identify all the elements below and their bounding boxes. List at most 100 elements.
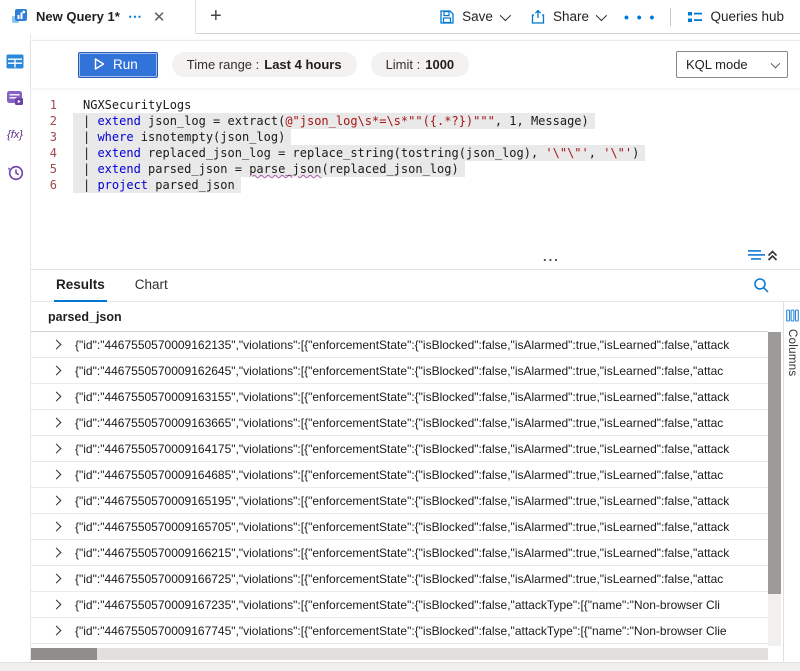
functions-icon[interactable]: {fx}: [6, 126, 24, 144]
search-results-button[interactable]: [753, 277, 770, 299]
vertical-scrollbar[interactable]: [768, 332, 781, 646]
results-rows: {"id":"4467550570009162135","violations"…: [31, 332, 768, 644]
line-number: 5: [31, 161, 73, 177]
parsed-json-cell: {"id":"4467550570009166215","violations"…: [75, 546, 768, 560]
results-tab-strip: Results Chart: [31, 270, 800, 302]
expand-row-chevron-icon[interactable]: [52, 444, 62, 454]
result-row[interactable]: {"id":"4467550570009164685","violations"…: [31, 462, 768, 488]
tab-chart[interactable]: Chart: [133, 277, 170, 302]
parsed-json-cell: {"id":"4467550570009166725","violations"…: [75, 572, 768, 586]
parsed-json-cell: {"id":"4467550570009163155","violations"…: [75, 390, 768, 404]
result-row[interactable]: {"id":"4467550570009164175","violations"…: [31, 436, 768, 462]
vertical-scrollbar-thumb[interactable]: [768, 332, 781, 594]
play-icon: [94, 58, 105, 70]
expand-row-chevron-icon[interactable]: [52, 418, 62, 428]
code-text[interactable]: | extend json_log = extract(@"json_log\s…: [73, 113, 595, 129]
tab-bar: New Query 1* ⋯ ✕ + Save Share • • •: [0, 0, 800, 34]
parsed-json-cell: {"id":"4467550570009167745","violations"…: [75, 624, 768, 638]
result-row[interactable]: {"id":"4467550570009165195","violations"…: [31, 488, 768, 514]
code-text[interactable]: | where isnotempty(json_log): [73, 129, 291, 145]
parsed-json-cell: {"id":"4467550570009165705","violations"…: [75, 520, 768, 534]
editor-lines: 1NGXSecurityLogs2| extend json_log = ext…: [31, 97, 800, 193]
tab-title: New Query 1*: [36, 9, 120, 24]
result-row[interactable]: {"id":"4467550570009163665","violations"…: [31, 410, 768, 436]
expand-row-chevron-icon[interactable]: [52, 366, 62, 376]
expand-row-chevron-icon[interactable]: [52, 600, 62, 610]
limit-picker[interactable]: Limit : 1000: [371, 52, 470, 77]
time-range-picker[interactable]: Time range : Last 4 hours: [172, 52, 357, 77]
code-line[interactable]: 5| extend parsed_json = parse_json(repla…: [31, 161, 800, 177]
tables-icon[interactable]: [6, 52, 24, 70]
expand-row-chevron-icon[interactable]: [52, 340, 62, 350]
expand-row-chevron-icon[interactable]: [52, 392, 62, 402]
query-history-icon[interactable]: [6, 163, 24, 181]
chevron-down-icon: [500, 9, 511, 20]
entity-sidebar: {fx}: [0, 34, 31, 671]
result-row[interactable]: {"id":"4467550570009166215","violations"…: [31, 540, 768, 566]
tab-results[interactable]: Results: [54, 277, 107, 302]
horizontal-scrollbar[interactable]: [31, 648, 768, 660]
code-text[interactable]: | extend replaced_json_log = replace_str…: [73, 145, 645, 161]
parsed-json-cell: {"id":"4467550570009162645","violations"…: [75, 364, 768, 378]
result-row[interactable]: {"id":"4467550570009167235","violations"…: [31, 592, 768, 618]
queries-hub-icon: [687, 10, 703, 24]
code-line[interactable]: 1NGXSecurityLogs: [31, 97, 800, 113]
result-row[interactable]: {"id":"4467550570009167745","violations"…: [31, 618, 768, 644]
column-header-parsed-json[interactable]: parsed_json: [31, 302, 768, 332]
editor-results-splitter[interactable]: ...: [31, 244, 800, 270]
code-line[interactable]: 3| where isnotempty(json_log): [31, 129, 800, 145]
parsed-json-cell: {"id":"4467550570009167235","violations"…: [75, 598, 768, 612]
query-toolbar: Run Time range : Last 4 hours Limit : 10…: [31, 40, 800, 88]
parsed-json-cell: {"id":"4467550570009164685","violations"…: [75, 468, 768, 482]
horizontal-scrollbar-thumb[interactable]: [31, 648, 97, 660]
columns-panel-tab[interactable]: Columns: [783, 302, 800, 662]
code-line[interactable]: 4| extend replaced_json_log = replace_st…: [31, 145, 800, 161]
saved-queries-icon[interactable]: [6, 89, 24, 107]
parsed-json-cell: {"id":"4467550570009163665","violations"…: [75, 416, 768, 430]
parsed-json-cell: {"id":"4467550570009165195","violations"…: [75, 494, 768, 508]
divider: [670, 8, 671, 26]
run-button[interactable]: Run: [78, 52, 158, 78]
parsed-json-cell: {"id":"4467550570009162135","violations"…: [75, 338, 768, 352]
expand-row-chevron-icon[interactable]: [52, 522, 62, 532]
query-editor[interactable]: 1NGXSecurityLogs2| extend json_log = ext…: [31, 88, 800, 244]
kql-mode-select[interactable]: KQL mode: [676, 51, 788, 78]
expand-row-chevron-icon[interactable]: [52, 548, 62, 558]
code-text[interactable]: NGXSecurityLogs: [73, 97, 197, 113]
adx-app-icon: [10, 8, 28, 26]
line-number: 2: [31, 113, 73, 129]
chevron-down-icon: [771, 58, 781, 68]
window-bottom-edge: [0, 662, 800, 671]
result-row[interactable]: {"id":"4467550570009162645","violations"…: [31, 358, 768, 384]
code-text[interactable]: | extend parsed_json = parse_json(replac…: [73, 161, 465, 177]
line-number: 6: [31, 177, 73, 193]
code-text[interactable]: | project parsed_json: [73, 177, 241, 193]
columns-icon: [786, 309, 799, 322]
query-tab[interactable]: New Query 1* ⋯ ✕: [0, 0, 196, 34]
tab-close-icon[interactable]: ✕: [151, 8, 168, 26]
expand-row-chevron-icon[interactable]: [52, 574, 62, 584]
result-row[interactable]: {"id":"4467550570009162135","violations"…: [31, 332, 768, 358]
search-icon: [753, 277, 770, 294]
code-line[interactable]: 6| project parsed_json: [31, 177, 800, 193]
line-number: 4: [31, 145, 73, 161]
collapse-editor-button[interactable]: [748, 247, 778, 268]
result-row[interactable]: {"id":"4467550570009163155","violations"…: [31, 384, 768, 410]
code-line[interactable]: 2| extend json_log = extract(@"json_log\…: [31, 113, 800, 129]
line-number: 3: [31, 129, 73, 145]
expand-row-chevron-icon[interactable]: [52, 496, 62, 506]
new-tab-button[interactable]: +: [196, 0, 236, 33]
expand-row-chevron-icon[interactable]: [52, 470, 62, 480]
result-row[interactable]: {"id":"4467550570009165705","violations"…: [31, 514, 768, 540]
save-icon: [439, 9, 455, 25]
save-button[interactable]: Save: [433, 5, 514, 29]
splitter-drag-handle-icon[interactable]: ...: [543, 253, 560, 261]
expand-row-chevron-icon[interactable]: [52, 626, 62, 636]
result-row[interactable]: {"id":"4467550570009166725","violations"…: [31, 566, 768, 592]
tab-more-icon[interactable]: ⋯: [128, 8, 143, 25]
parsed-json-cell: {"id":"4467550570009164175","violations"…: [75, 442, 768, 456]
header-actions: Save Share • • • Queries hub: [433, 0, 800, 33]
queries-hub-button[interactable]: Queries hub: [681, 5, 790, 28]
more-actions-button[interactable]: • • •: [620, 9, 660, 25]
share-button[interactable]: Share: [524, 5, 610, 29]
